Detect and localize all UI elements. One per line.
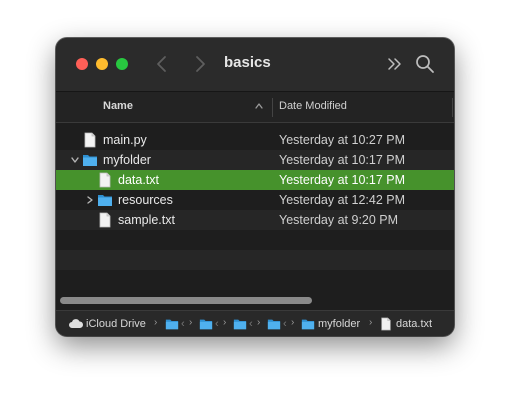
path-separator: › [291,317,295,328]
path-file[interactable]: data.txt [396,318,432,330]
file-date: Yesterday at 12:42 PM [279,193,406,207]
document-icon [99,172,111,188]
file-name: sample.txt [118,213,175,227]
empty-row [56,230,454,250]
document-icon [381,317,391,331]
file-name: data.txt [118,173,159,187]
file-list: main.py Yesterday at 10:27 PM myfolder Y… [56,122,454,294]
document-icon [84,132,96,148]
folder-name: resources [118,193,173,207]
list-item[interactable]: resources Yesterday at 12:42 PM [56,190,454,210]
document-icon [99,212,111,228]
window-title: basics [224,54,271,71]
folder-icon [98,195,112,206]
sort-ascending-chevron-icon[interactable] [254,101,264,111]
list-item[interactable]: sample.txt Yesterday at 9:20 PM [56,210,454,230]
search-icon[interactable] [414,53,436,75]
folder-name: myfolder [103,153,151,167]
path-truncated[interactable]: ‹ [249,318,253,330]
path-separator: › [257,317,261,328]
path-separator: › [154,317,158,328]
scrollbar-thumb[interactable] [60,297,312,304]
empty-row [56,270,454,290]
folder-icon [301,319,315,330]
name-column-header[interactable]: Name [103,100,133,112]
disclosure-collapsed-icon[interactable] [85,195,95,205]
file-date: Yesterday at 10:17 PM [279,153,406,167]
column-divider[interactable] [452,98,453,117]
list-item[interactable]: main.py Yesterday at 10:27 PM [56,130,454,150]
path-separator: › [189,317,193,328]
path-bar: iCloud Drive › ‹ › ‹ › ‹ › ‹ › myfolder … [56,310,454,336]
folder-icon[interactable] [267,317,281,331]
finder-window: basics Name Date Modified main.py Yester… [56,38,454,336]
disclosure-expanded-icon[interactable] [70,155,80,165]
column-header: Name Date Modified [56,91,454,123]
file-name: main.py [103,133,147,147]
path-truncated[interactable]: ‹ [283,318,287,330]
close-button[interactable] [76,58,88,70]
empty-row [56,250,454,270]
more-toolbar-items-icon[interactable] [384,53,406,75]
zoom-button[interactable] [116,58,128,70]
path-folder[interactable]: myfolder [318,318,360,330]
folder-icon [83,155,97,166]
folder-icon[interactable] [233,317,247,331]
folder-icon[interactable] [199,317,213,331]
list-item-selected[interactable]: data.txt Yesterday at 10:17 PM [56,170,454,190]
title-bar: basics [56,38,454,91]
folder-icon[interactable] [165,317,179,331]
list-item[interactable]: myfolder Yesterday at 10:17 PM [56,150,454,170]
file-date: Yesterday at 10:27 PM [279,133,406,147]
file-date: Yesterday at 9:20 PM [279,213,399,227]
cloud-icon [69,319,84,328]
minimize-button[interactable] [96,58,108,70]
forward-chevron-icon[interactable] [190,52,210,76]
file-date: Yesterday at 10:17 PM [279,173,406,187]
path-root[interactable]: iCloud Drive [86,318,146,330]
path-truncated[interactable]: ‹ [215,318,219,330]
path-separator: › [223,317,227,328]
path-truncated[interactable]: ‹ [181,318,185,330]
column-divider[interactable] [272,98,273,117]
path-separator: › [369,317,373,328]
back-chevron-icon[interactable] [152,52,172,76]
date-modified-column-header[interactable]: Date Modified [279,100,347,112]
